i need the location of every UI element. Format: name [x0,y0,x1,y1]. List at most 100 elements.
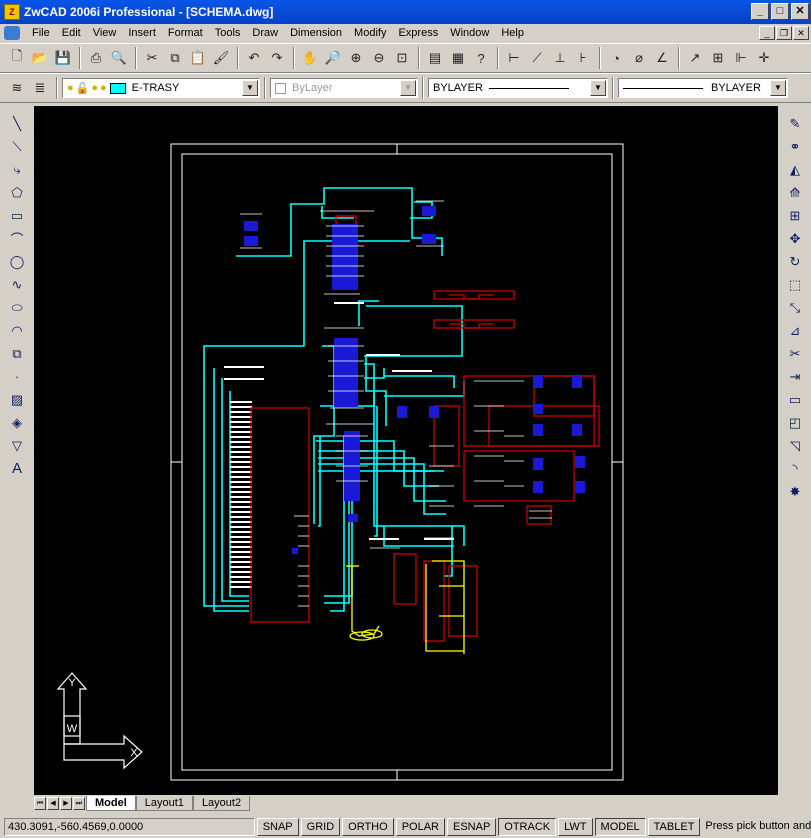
chevron-down-icon[interactable]: ▼ [400,80,416,96]
maximize-button[interactable]: □ [771,3,789,20]
color-dropdown[interactable]: ByLayer ▼ [270,78,418,98]
tab-model[interactable]: Model [86,796,136,811]
construction-line-icon[interactable]: ⟍ [6,135,28,158]
model-toggle[interactable]: MODEL [594,817,646,836]
paste-icon[interactable]: 📋 [187,47,209,69]
chevron-down-icon[interactable]: ▼ [590,80,606,96]
print-preview-icon[interactable]: 🔍 [108,47,130,69]
ortho-toggle[interactable]: ORTHO [342,817,394,836]
pan-icon[interactable]: ✋ [299,47,321,69]
erase-icon[interactable]: ✎ [784,112,806,135]
arc-icon[interactable]: ⌒ [6,227,28,250]
new-file-icon[interactable]: 🗋 [6,47,28,69]
zwcad-app-icon[interactable]: Z [4,4,20,20]
tab-prev-icon[interactable]: ◀ [47,797,59,810]
break-at-point-icon[interactable]: ◰ [784,411,806,434]
continue-dimension-icon[interactable]: ⊩ [730,47,752,69]
menu-window[interactable]: Window [444,27,495,39]
polygon-icon[interactable]: ⬠ [6,181,28,204]
tab-next-icon[interactable]: ▶ [60,797,72,810]
linear-dimension-icon[interactable]: ⊢ [503,47,525,69]
print-icon[interactable]: ⎙ [85,47,107,69]
chevron-down-icon[interactable]: ▼ [242,80,258,96]
menu-tools[interactable]: Tools [209,27,247,39]
save-icon[interactable]: 💾 [52,47,74,69]
fillet-icon[interactable]: ◝ [784,457,806,480]
menu-modify[interactable]: Modify [348,27,392,39]
radius-dimension-icon[interactable]: ◔ [605,47,627,69]
menu-edit[interactable]: Edit [56,27,87,39]
menu-express[interactable]: Express [392,27,444,39]
scale-icon[interactable]: ⬚ [784,273,806,296]
lwt-toggle[interactable]: LWT [558,817,593,836]
chamfer-icon[interactable]: ◹ [784,434,806,457]
layer-manager-icon[interactable]: ≋ [6,77,28,99]
menu-insert[interactable]: Insert [122,27,162,39]
close-button[interactable]: ✕ [791,3,809,20]
leader-icon[interactable]: ↗ [684,47,706,69]
lengthen-icon[interactable]: ⊿ [784,319,806,342]
baseline-dimension-icon[interactable]: ⊦ [572,47,594,69]
zoom-window-icon[interactable]: ⊕ [345,47,367,69]
properties-icon[interactable]: ▤ [424,47,446,69]
design-center-icon[interactable]: ▦ [447,47,469,69]
aligned-dimension-icon[interactable]: ⟋ [526,47,548,69]
tab-first-icon[interactable]: ⏮ [34,797,46,810]
snap-toggle[interactable]: SNAP [256,817,299,836]
diameter-dimension-icon[interactable]: ⌀ [628,47,650,69]
tab-last-icon[interactable]: ⏭ [73,797,85,810]
tablet-toggle[interactable]: TABLET [647,817,701,836]
extend-icon[interactable]: ⇥ [784,365,806,388]
layer-dropdown[interactable]: ● 🔓 ● ● E-TRASY ▼ [62,78,260,98]
ordinate-dimension-icon[interactable]: ⊥ [549,47,571,69]
offset-icon[interactable]: ⟰ [784,181,806,204]
otrack-toggle[interactable]: OTRACK [498,817,557,836]
linetype-dropdown[interactable]: BYLAYER ▼ [428,78,608,98]
zoom-realtime-icon[interactable]: 🔎 [322,47,344,69]
insert-block-icon[interactable]: ⧉ [6,342,28,365]
redo-icon[interactable]: ↷ [266,47,288,69]
document-icon[interactable] [4,26,20,40]
doc-close-button[interactable]: ✕ [793,26,809,40]
undo-icon[interactable]: ↶ [243,47,265,69]
menu-view[interactable]: View [87,27,123,39]
ellipse-arc-icon[interactable]: ◠ [6,319,28,342]
open-file-icon[interactable]: 📂 [29,47,51,69]
match-properties-icon[interactable]: 🖌 [210,47,232,69]
copy-icon[interactable]: ⧉ [164,47,186,69]
help-icon[interactable]: ? [470,47,492,69]
tab-layout2[interactable]: Layout2 [192,796,251,811]
table-icon[interactable]: ▽ [6,434,28,457]
line-icon[interactable]: ╲ [6,112,28,135]
array-icon[interactable]: ⊞ [784,204,806,227]
point-icon[interactable]: · [6,365,28,388]
hatch-icon[interactable]: ▨ [6,388,28,411]
stretch-icon[interactable]: ⤡ [784,296,806,319]
esnap-toggle[interactable]: ESNAP [446,817,497,836]
drawing-canvas[interactable]: Y W X [34,106,778,795]
chevron-down-icon[interactable]: ▼ [770,80,786,96]
region-icon[interactable]: ◈ [6,411,28,434]
grid-toggle[interactable]: GRID [300,817,341,836]
cut-icon[interactable]: ✂ [141,47,163,69]
layer-previous-icon[interactable]: ≣ [29,77,51,99]
polyline-icon[interactable]: ⤷ [6,158,28,181]
text-icon[interactable]: A [6,457,28,480]
spline-icon[interactable]: ∿ [6,273,28,296]
minimize-button[interactable]: _ [751,3,769,20]
doc-restore-button[interactable]: ❐ [776,26,792,40]
trim-icon[interactable]: ✂ [784,342,806,365]
mirror-icon[interactable]: ◭ [784,158,806,181]
copy-object-icon[interactable]: ⚭ [784,135,806,158]
break-icon[interactable]: ▭ [784,388,806,411]
ellipse-icon[interactable]: ⬭ [6,296,28,319]
menu-help[interactable]: Help [495,27,530,39]
tab-layout1[interactable]: Layout1 [135,796,193,811]
polar-toggle[interactable]: POLAR [395,817,445,836]
angular-dimension-icon[interactable]: ∠ [651,47,673,69]
move-icon[interactable]: ✥ [784,227,806,250]
doc-minimize-button[interactable]: _ [759,26,775,40]
rotate-icon[interactable]: ↻ [784,250,806,273]
menu-dimension[interactable]: Dimension [284,27,348,39]
explode-icon[interactable]: ✸ [784,480,806,503]
